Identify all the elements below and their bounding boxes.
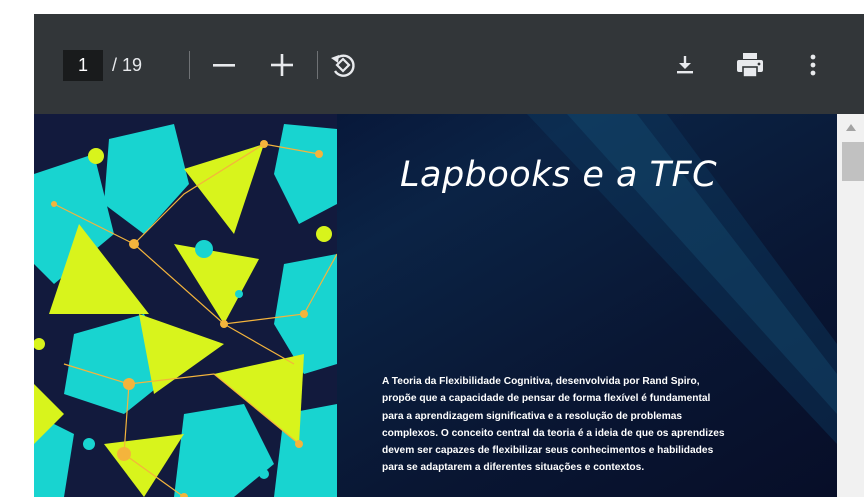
rotate-button[interactable] bbox=[324, 46, 362, 84]
more-actions-button[interactable] bbox=[794, 46, 832, 84]
vertical-scrollbar[interactable] bbox=[837, 114, 864, 497]
zoom-out-button[interactable] bbox=[205, 46, 243, 84]
page-number-input[interactable]: 1 bbox=[63, 50, 103, 81]
scroll-up-button[interactable] bbox=[837, 114, 864, 140]
text-panel: Lapbooks e a TFC A Teoria da Flexibilida… bbox=[337, 114, 837, 497]
zoom-in-button[interactable] bbox=[263, 46, 301, 84]
paragraph-line: devem ser capazes de flexibilizar seus c… bbox=[382, 445, 714, 457]
page-title: Lapbooks e a TFC bbox=[400, 155, 718, 195]
paragraph-line: para a aprendizagem significativa e a re… bbox=[382, 410, 683, 422]
print-button[interactable] bbox=[731, 46, 769, 84]
more-vert-icon bbox=[810, 54, 816, 76]
paragraph-line: A Teoria da Flexibilidade Cognitiva, des… bbox=[382, 376, 700, 387]
body-paragraph: A Teoria da Flexibilidade Cognitiva, des… bbox=[382, 373, 782, 477]
download-icon bbox=[677, 56, 693, 74]
plus-icon bbox=[271, 54, 293, 76]
rotate-icon bbox=[331, 54, 355, 77]
paragraph-line: propõe que a capacidade de pensar de for… bbox=[382, 393, 711, 405]
toolbar-divider bbox=[317, 51, 318, 79]
pdf-page: Lapbooks e a TFC A Teoria da Flexibilida… bbox=[34, 114, 837, 497]
minus-icon bbox=[213, 64, 235, 67]
arrow-up-icon bbox=[845, 123, 856, 131]
pdf-viewer: 1 / 19 Lapbooks e a TFC A Teoria da Flex… bbox=[34, 14, 864, 497]
paragraph-line: para se adaptarem a diferentes situações… bbox=[382, 462, 645, 474]
geometric-illustration bbox=[34, 114, 337, 497]
page-total-label: / 19 bbox=[112, 55, 143, 75]
scrollbar-thumb[interactable] bbox=[842, 142, 864, 181]
download-button[interactable] bbox=[666, 46, 704, 84]
print-icon bbox=[737, 53, 763, 78]
paragraph-line: complexos. O conceito central da teoria … bbox=[382, 427, 725, 439]
toolbar-divider bbox=[189, 51, 190, 79]
pdf-toolbar: 1 / 19 bbox=[34, 14, 864, 114]
